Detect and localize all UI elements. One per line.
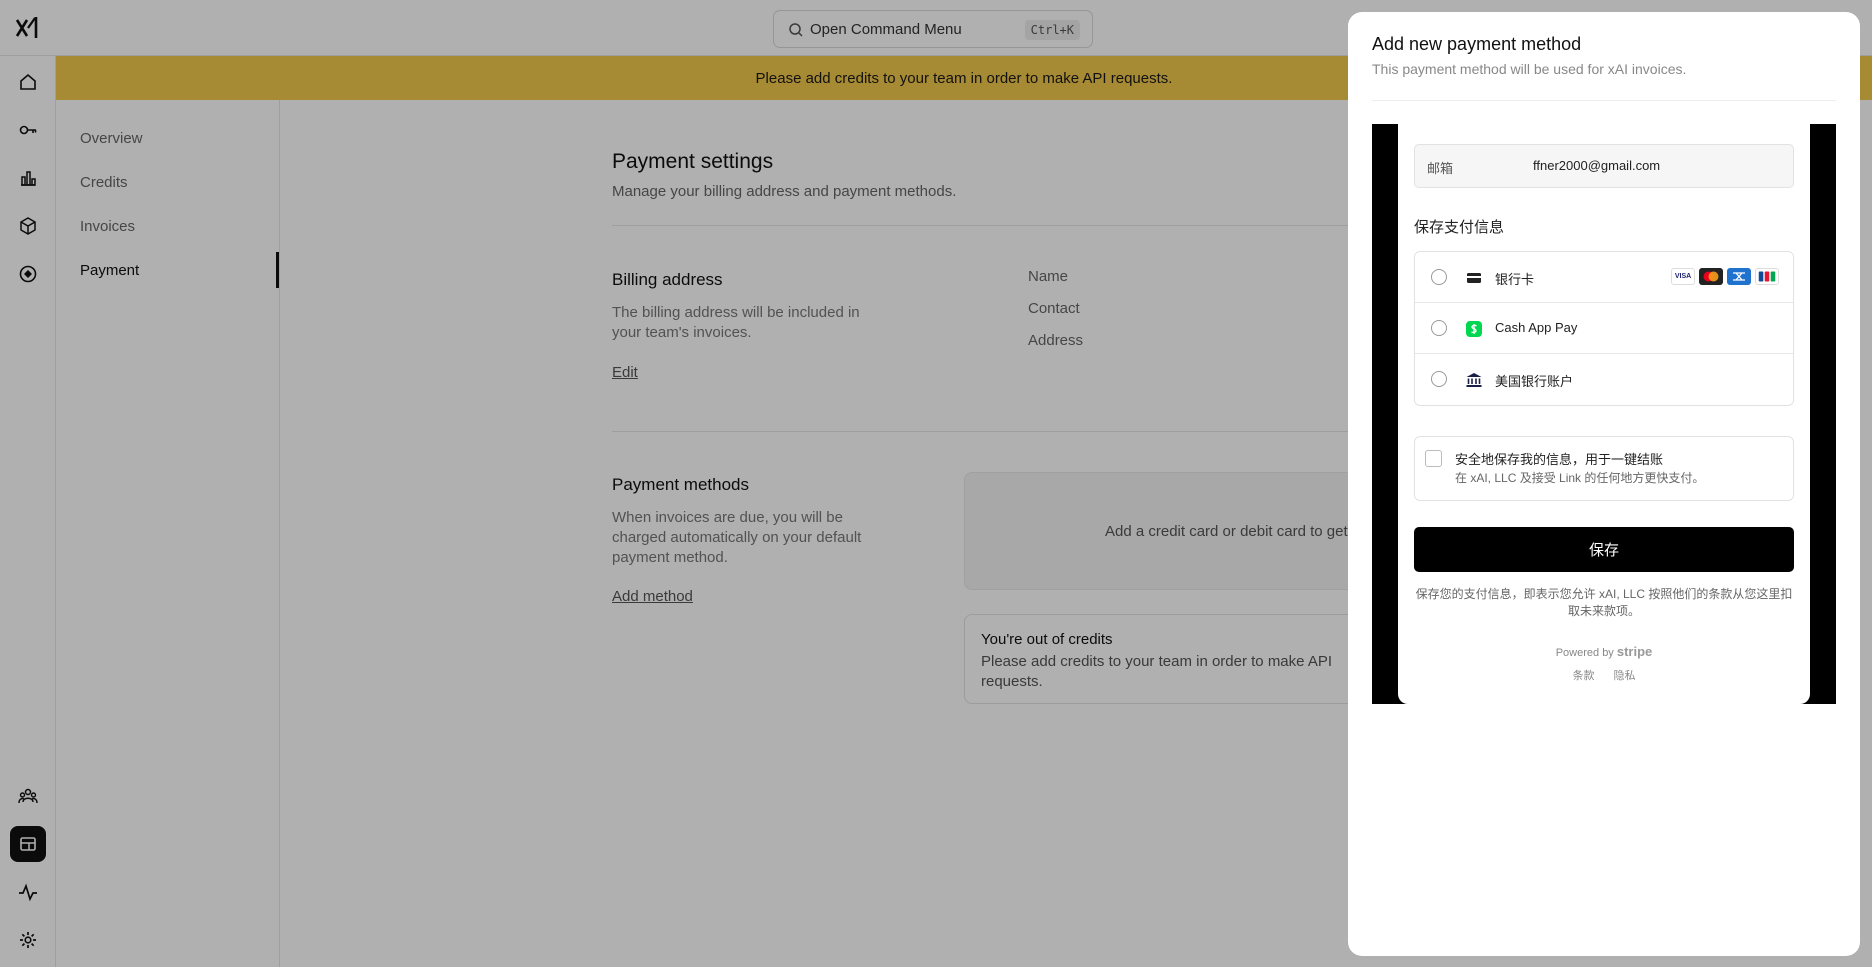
legal-notice: 保存您的支付信息，即表示您允许 xAI, LLC 按照他们的条款从您这里扣取未来… [1415, 587, 1793, 618]
save-info-checkbox[interactable] [1425, 450, 1442, 467]
email-field[interactable]: 邮箱 ffner2000@gmail.com [1414, 144, 1794, 188]
card-brand-logos: VISA [1671, 268, 1779, 285]
powered-by-stripe: Powered by stripe [1398, 644, 1810, 659]
add-payment-method-panel: Add new payment method This payment meth… [1348, 12, 1860, 956]
payment-option-card[interactable]: 银行卡 VISA [1415, 252, 1793, 303]
powered-by-label: Powered by [1555, 647, 1614, 659]
mastercard-icon [1699, 268, 1723, 285]
jcb-icon [1755, 268, 1779, 285]
radio-button[interactable] [1431, 269, 1447, 285]
link-save-description: 在 xAI, LLC 及接受 Link 的任何地方更快支付。 [1455, 471, 1705, 485]
stripe-form: 邮箱 ffner2000@gmail.com 保存支付信息 银行卡 VISA C… [1398, 124, 1810, 704]
privacy-link[interactable]: 隐私 [1614, 670, 1636, 682]
payment-option-label: 美国银行账户 [1495, 374, 1574, 389]
link-save-option[interactable]: 安全地保存我的信息，用于一键结账 在 xAI, LLC 及接受 Link 的任何… [1414, 436, 1794, 501]
radio-button[interactable] [1431, 371, 1447, 387]
panel-subtitle: This payment method will be used for xAI… [1372, 61, 1687, 77]
radio-button[interactable] [1431, 320, 1447, 336]
stripe-logo: stripe [1616, 644, 1653, 659]
bank-icon [1465, 371, 1483, 389]
stripe-footer-links: 条款 隐私 [1398, 667, 1810, 683]
payment-method-options: 银行卡 VISA Cash App Pay 美国银行账户 [1414, 251, 1794, 406]
card-icon [1465, 269, 1483, 287]
payment-option-cash-app[interactable]: Cash App Pay [1415, 303, 1793, 354]
divider [1372, 100, 1836, 101]
cash-app-icon [1465, 320, 1483, 338]
save-button[interactable]: 保存 [1414, 527, 1794, 572]
visa-icon: VISA [1671, 268, 1695, 285]
payment-option-label: 银行卡 [1495, 272, 1535, 287]
save-info-title: 保存支付信息 [1414, 219, 1505, 236]
email-value: ffner2000@gmail.com [1533, 158, 1661, 173]
email-label: 邮箱 [1427, 161, 1454, 176]
terms-link[interactable]: 条款 [1572, 670, 1594, 682]
payment-option-us-bank[interactable]: 美国银行账户 [1415, 354, 1793, 405]
amex-icon [1727, 268, 1751, 285]
panel-title: Add new payment method [1372, 34, 1582, 54]
payment-option-label: Cash App Pay [1495, 320, 1578, 335]
stripe-iframe: 邮箱 ffner2000@gmail.com 保存支付信息 银行卡 VISA C… [1372, 124, 1836, 704]
link-save-title: 安全地保存我的信息，用于一键结账 [1455, 452, 1664, 467]
